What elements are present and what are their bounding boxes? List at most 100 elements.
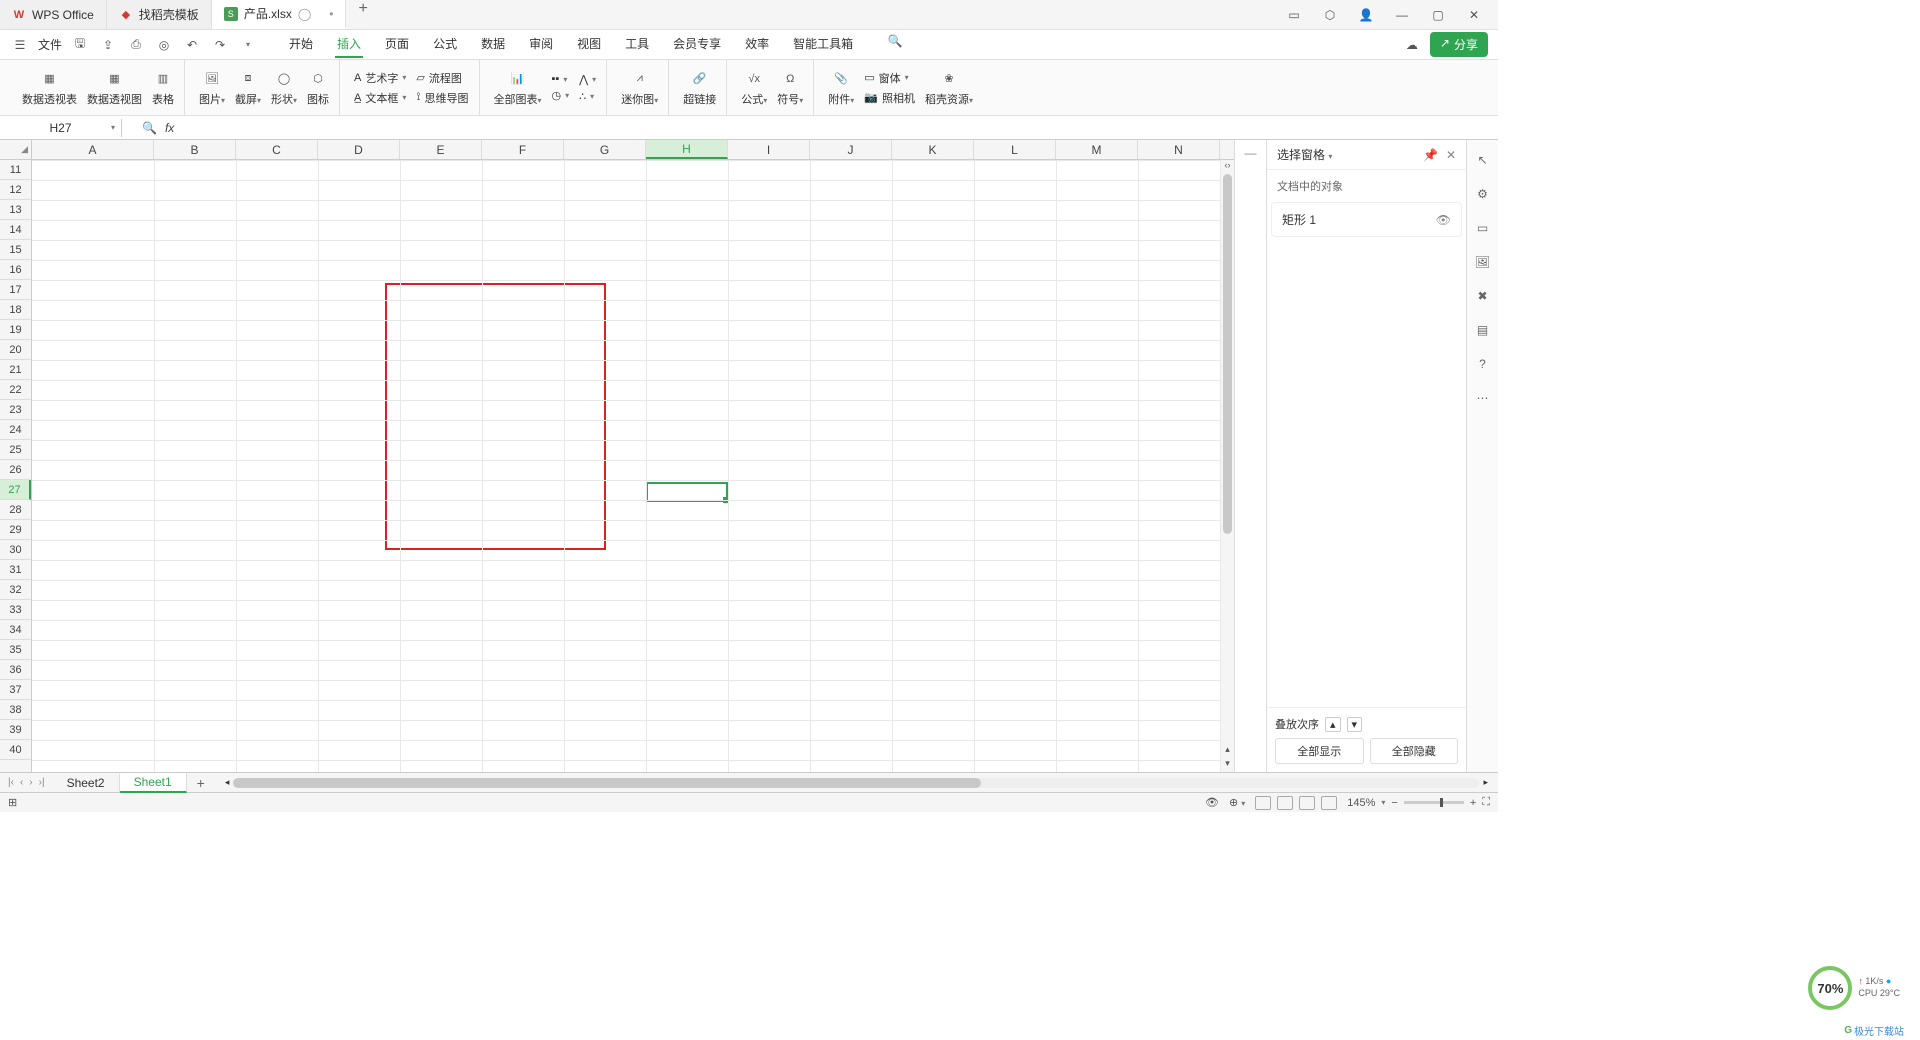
all-charts-button[interactable]: 📊全部图表▾ <box>494 69 542 107</box>
add-tab-button[interactable]: + <box>346 0 379 29</box>
download-site-badge[interactable]: G 极光下载站 <box>1844 1023 1904 1038</box>
col-header-M[interactable]: M <box>1056 140 1138 159</box>
col-header-J[interactable]: J <box>810 140 892 159</box>
qa-dropdown-icon[interactable]: ▾ <box>238 35 258 55</box>
row-header-20[interactable]: 20 <box>0 340 31 360</box>
row-header-30[interactable]: 30 <box>0 540 31 560</box>
row-header-16[interactable]: 16 <box>0 260 31 280</box>
last-sheet-icon[interactable]: ›| <box>37 777 47 788</box>
row-header-29[interactable]: 29 <box>0 520 31 540</box>
zoom-out-button[interactable]: − <box>1391 797 1397 809</box>
target-icon[interactable]: ⊕ ▾ <box>1229 796 1245 809</box>
screenshot-button[interactable]: ⧈截屏▾ <box>235 69 261 107</box>
flowchart-button[interactable]: ▱ 流程图 <box>416 70 468 86</box>
tab-data[interactable]: 数据 <box>479 31 507 58</box>
avatar-icon[interactable]: 👤 <box>1352 1 1380 29</box>
camera-button[interactable]: 📷 照相机 <box>864 90 915 106</box>
bar-chart-button[interactable]: ▪▪▾ <box>552 73 570 85</box>
col-header-L[interactable]: L <box>974 140 1056 159</box>
hscroll-right-icon[interactable]: ▸ <box>1483 777 1488 788</box>
picture-button[interactable]: 🖼图片▾ <box>199 69 225 107</box>
resources-button[interactable]: ❀稻壳资源▾ <box>925 69 973 107</box>
sheet-tab-sheet2[interactable]: Sheet2 <box>53 774 120 792</box>
row-header-12[interactable]: 12 <box>0 180 31 200</box>
redo-icon[interactable]: ↷ <box>210 35 230 55</box>
sparkline-button[interactable]: ⩘迷你图▾ <box>621 69 658 107</box>
hscroll-left-icon[interactable]: ◂ <box>225 777 230 788</box>
symbol-button[interactable]: Ω符号▾ <box>777 69 803 107</box>
col-header-K[interactable]: K <box>892 140 974 159</box>
row-header-22[interactable]: 22 <box>0 380 31 400</box>
preview-icon[interactable]: ◎ <box>154 35 174 55</box>
textbox-button[interactable]: A̲ 文本框▾ <box>354 90 406 106</box>
col-header-D[interactable]: D <box>318 140 400 159</box>
row-header-25[interactable]: 25 <box>0 440 31 460</box>
close-panel-icon[interactable]: ✕ <box>1446 148 1456 162</box>
layers-icon[interactable]: ▤ <box>1473 320 1493 340</box>
fx-icon[interactable]: fx <box>165 121 174 135</box>
panel-icon[interactable]: ▭ <box>1473 218 1493 238</box>
row-header-11[interactable]: 11 <box>0 160 31 180</box>
tab-smart-toolbox[interactable]: 智能工具箱 <box>791 31 855 58</box>
hscroll-thumb[interactable] <box>233 778 981 788</box>
help-icon[interactable]: ? <box>1473 354 1493 374</box>
tab-insert[interactable]: 插入 <box>335 31 363 58</box>
show-all-button[interactable]: 全部显示 <box>1275 738 1364 764</box>
name-box[interactable]: H27 ▾ <box>0 119 122 137</box>
undo-icon[interactable]: ↶ <box>182 35 202 55</box>
row-header-27[interactable]: 27 <box>0 480 31 500</box>
tab-tools[interactable]: 工具 <box>623 31 651 58</box>
row-header-35[interactable]: 35 <box>0 640 31 660</box>
eye-status-icon[interactable]: 👁 <box>1205 796 1219 809</box>
page-layout-icon[interactable] <box>1277 796 1293 810</box>
row-header-36[interactable]: 36 <box>0 660 31 680</box>
cells-area[interactable] <box>32 160 1220 772</box>
col-header-G[interactable]: G <box>564 140 646 159</box>
reading-view-icon[interactable] <box>1321 796 1337 810</box>
tab-template[interactable]: ◆ 找稻壳模板 <box>107 0 212 29</box>
formula-button[interactable]: √x公式▾ <box>741 69 767 107</box>
zoom-in-button[interactable]: + <box>1470 797 1476 809</box>
visibility-toggle-icon[interactable]: 👁 <box>1436 213 1451 227</box>
zoom-fx-icon[interactable]: 🔍 <box>142 121 157 135</box>
col-header-F[interactable]: F <box>482 140 564 159</box>
tools-icon[interactable]: ✖ <box>1473 286 1493 306</box>
shapes-button[interactable]: ◯形状▾ <box>271 69 297 107</box>
pin-icon[interactable]: 📌 <box>1423 148 1438 162</box>
object-button[interactable]: ▭ 窗体▾ <box>864 70 915 86</box>
cube-icon[interactable]: ⬡ <box>1316 1 1344 29</box>
next-sheet-icon[interactable]: › <box>27 777 34 788</box>
shape-rectangle-1[interactable] <box>385 283 606 550</box>
more-icon[interactable]: ⋯ <box>1473 388 1493 408</box>
row-header-23[interactable]: 23 <box>0 400 31 420</box>
tab-member[interactable]: 会员专享 <box>671 31 723 58</box>
tab-document[interactable]: S 产品.xlsx ◯ • <box>212 0 347 29</box>
row-header-32[interactable]: 32 <box>0 580 31 600</box>
scroll-up-icon[interactable]: ▴ <box>1221 744 1234 758</box>
clock-chart-button[interactable]: ◷▾ <box>552 89 570 102</box>
row-header-34[interactable]: 34 <box>0 620 31 640</box>
row-header-38[interactable]: 38 <box>0 700 31 720</box>
file-menu[interactable]: 文件 <box>38 36 62 53</box>
fullscreen-icon[interactable]: ⛶ <box>1482 796 1490 809</box>
minimize-icon[interactable]: — <box>1388 1 1416 29</box>
mindmap-button[interactable]: ⟟ 思维导图 <box>416 90 468 106</box>
stack-down-button[interactable]: ▾ <box>1347 717 1363 732</box>
maximize-icon[interactable]: ▢ <box>1424 1 1452 29</box>
panel-icon[interactable]: ▭ <box>1280 1 1308 29</box>
stats-icon[interactable]: ⊞ <box>8 796 17 809</box>
scroll-narrow-icon[interactable]: ‹› <box>1221 160 1234 174</box>
row-header-18[interactable]: 18 <box>0 300 31 320</box>
col-header-I[interactable]: I <box>728 140 810 159</box>
row-header-31[interactable]: 31 <box>0 560 31 580</box>
hide-all-button[interactable]: 全部隐藏 <box>1370 738 1459 764</box>
pivot-table-button[interactable]: ▦数据透视表 <box>22 69 77 107</box>
tab-view[interactable]: 视图 <box>575 31 603 58</box>
horizontal-scrollbar[interactable]: ◂ ▸ <box>215 777 1498 788</box>
normal-view-icon[interactable] <box>1255 796 1271 810</box>
row-header-37[interactable]: 37 <box>0 680 31 700</box>
zoom-slider[interactable] <box>1404 801 1464 804</box>
row-header-21[interactable]: 21 <box>0 360 31 380</box>
properties-icon[interactable]: ⚙ <box>1473 184 1493 204</box>
panel-collapse[interactable]: — <box>1234 140 1266 772</box>
